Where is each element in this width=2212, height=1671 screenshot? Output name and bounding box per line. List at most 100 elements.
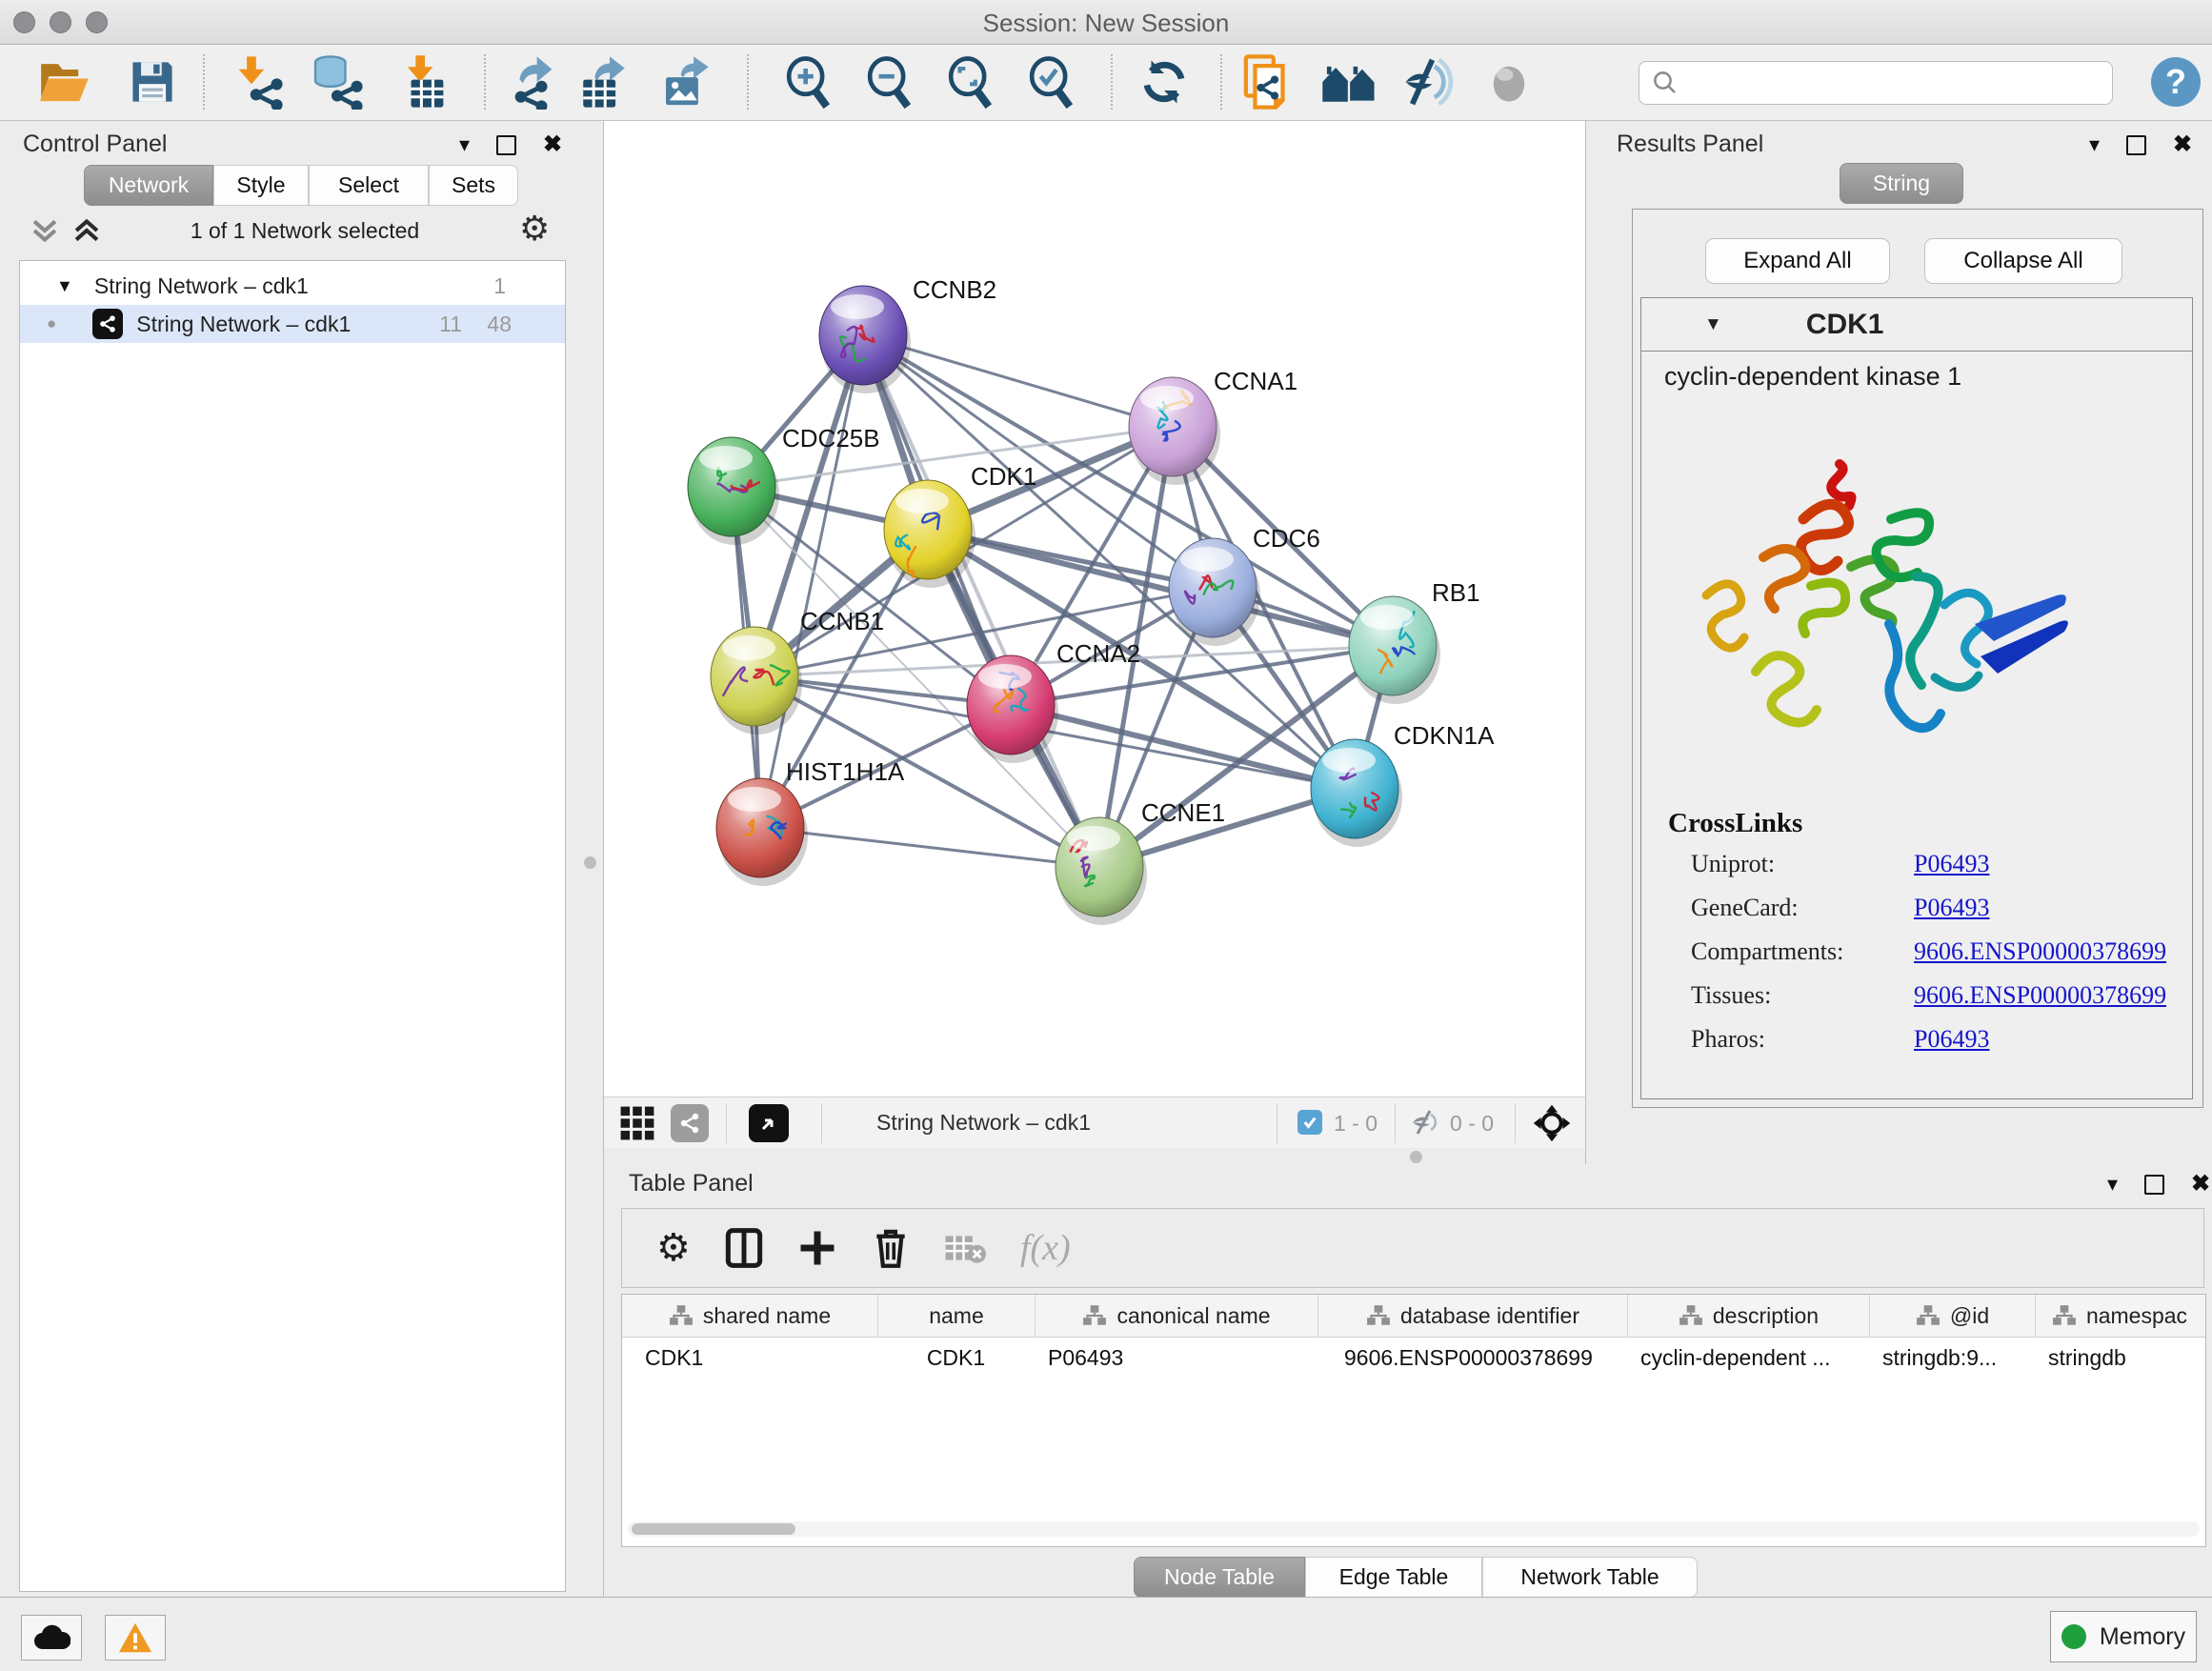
crosslink-link[interactable]: 9606.ENSP00000378699 bbox=[1914, 937, 2166, 966]
main-toolbar: ? bbox=[0, 45, 2212, 121]
zoom-in-button[interactable] bbox=[772, 50, 844, 113]
tree-expanded-icon[interactable]: ▼ bbox=[56, 276, 73, 296]
window-title: Session: New Session bbox=[0, 9, 2212, 38]
show-eye-button-disabled[interactable] bbox=[1473, 50, 1545, 113]
expand-all-button[interactable]: Expand All bbox=[1705, 238, 1890, 284]
crosslink-label: Pharos: bbox=[1691, 1025, 1765, 1053]
network-node-CDKN1A[interactable]: CDKN1A bbox=[1311, 721, 1495, 847]
tab-network-table[interactable]: Network Table bbox=[1482, 1557, 1698, 1598]
column-header-name[interactable]: name bbox=[877, 1295, 1035, 1337]
crosslink-label: Tissues: bbox=[1691, 981, 1771, 1009]
panel-menu-caret-icon[interactable]: ▾ bbox=[2089, 132, 2100, 157]
save-session-button[interactable] bbox=[116, 50, 189, 113]
birdseye-view-icon[interactable] bbox=[749, 1104, 789, 1142]
crosslink-link[interactable]: P06493 bbox=[1914, 850, 1989, 878]
close-panel-icon[interactable]: ✖ bbox=[543, 133, 562, 156]
import-table-button[interactable] bbox=[389, 50, 461, 113]
zoom-out-button[interactable] bbox=[853, 50, 925, 113]
collapse-all-button[interactable]: Collapse All bbox=[1924, 238, 2122, 284]
delete-column-trash-icon[interactable] bbox=[872, 1227, 910, 1269]
search-box[interactable] bbox=[1639, 61, 2113, 105]
open-session-button[interactable] bbox=[29, 50, 101, 113]
warnings-button[interactable] bbox=[105, 1615, 166, 1661]
scrollbar-thumb[interactable] bbox=[632, 1523, 795, 1535]
cloud-button[interactable] bbox=[21, 1615, 82, 1661]
network-options-gear-icon[interactable]: ⚙ bbox=[519, 209, 550, 249]
table-row[interactable]: CDK1 CDK1 P06493 9606.ENSP00000378699 cy… bbox=[622, 1338, 2205, 1378]
float-panel-icon[interactable] bbox=[2126, 135, 2146, 155]
grid-view-icon[interactable] bbox=[619, 1105, 655, 1146]
float-panel-icon[interactable] bbox=[2144, 1175, 2164, 1195]
export-table-button[interactable] bbox=[568, 50, 640, 113]
network-edge-CCNB2-CCNE1[interactable] bbox=[863, 335, 1099, 867]
expand-all-networks-icon[interactable] bbox=[70, 216, 103, 250]
attribute-icon bbox=[1082, 1304, 1107, 1327]
network-edge-HIST1H1A-CCNE1[interactable] bbox=[760, 828, 1099, 867]
column-header-id[interactable]: @id bbox=[1869, 1295, 2035, 1337]
show-columns-icon[interactable] bbox=[725, 1227, 763, 1269]
tab-string-results[interactable]: String bbox=[1840, 163, 1963, 204]
refresh-view-button[interactable] bbox=[1128, 50, 1200, 113]
memory-button[interactable]: Memory bbox=[2050, 1611, 2197, 1662]
pan-crosshair-icon[interactable] bbox=[1532, 1103, 1572, 1148]
left-splitter-handle[interactable] bbox=[584, 856, 596, 869]
network-node-CCNE1[interactable]: CCNE1 bbox=[1056, 798, 1225, 925]
crosslink-link[interactable]: P06493 bbox=[1914, 1025, 1989, 1054]
crosslink-row: Pharos: bbox=[1691, 1025, 1765, 1054]
splitter-handle[interactable] bbox=[1410, 1151, 1422, 1163]
network-collection-row[interactable]: ▼ String Network – cdk1 1 bbox=[20, 267, 565, 305]
tab-select[interactable]: Select bbox=[309, 165, 429, 206]
panel-menu-caret-icon[interactable]: ▾ bbox=[459, 132, 470, 157]
zoom-selected-button[interactable] bbox=[1015, 50, 1087, 113]
attribute-icon bbox=[1679, 1304, 1703, 1327]
import-network-button[interactable] bbox=[221, 50, 293, 113]
network-row-selected[interactable]: ● String Network – cdk1 11 48 bbox=[20, 305, 565, 343]
column-header-description[interactable]: description bbox=[1627, 1295, 1869, 1337]
add-column-icon[interactable] bbox=[797, 1228, 837, 1268]
crosslink-link[interactable]: P06493 bbox=[1914, 894, 1989, 922]
collapse-all-networks-icon[interactable] bbox=[29, 216, 61, 250]
table-horizontal-scrollbar[interactable] bbox=[628, 1521, 2200, 1537]
float-panel-icon[interactable] bbox=[496, 135, 516, 155]
crosslink-link[interactable]: 9606.ENSP00000378699 bbox=[1914, 981, 2166, 1010]
column-header-shared-name[interactable]: shared name bbox=[622, 1295, 877, 1337]
panel-menu-caret-icon[interactable]: ▾ bbox=[2107, 1172, 2118, 1197]
close-panel-icon[interactable]: ✖ bbox=[2173, 133, 2192, 156]
column-header-database-identifier[interactable]: database identifier bbox=[1317, 1295, 1627, 1337]
selected-checkbox-icon[interactable] bbox=[1297, 1110, 1322, 1135]
network-edge-CCNB2-HIST1H1A[interactable] bbox=[760, 335, 863, 828]
column-header-namespace[interactable]: namespac bbox=[2035, 1295, 2203, 1337]
export-image-button[interactable] bbox=[652, 50, 724, 113]
import-network-from-database-button[interactable] bbox=[301, 50, 373, 113]
string-network-graph[interactable]: CCNB2CCNA1CDC25BCDK1CDC6RB1CCNB1CCNA2CDK… bbox=[604, 121, 1585, 1097]
neighborhood-houses-button[interactable] bbox=[1313, 50, 1385, 113]
tab-sets[interactable]: Sets bbox=[429, 165, 518, 206]
network-node-CDK1[interactable]: CDK1 bbox=[884, 462, 1036, 588]
close-panel-icon[interactable]: ✖ bbox=[2191, 1173, 2210, 1196]
table-settings-gear-icon[interactable]: ⚙ bbox=[656, 1226, 691, 1270]
network-node-CDC6[interactable]: CDC6 bbox=[1169, 524, 1320, 646]
toolbar-separator bbox=[1220, 54, 1222, 110]
protein-section-header[interactable]: ▼ CDK1 bbox=[1641, 298, 2192, 352]
network-canvas[interactable]: CCNB2CCNA1CDC25BCDK1CDC6RB1CCNB1CCNA2CDK… bbox=[604, 121, 1585, 1097]
column-header-canonical-name[interactable]: canonical name bbox=[1035, 1295, 1317, 1337]
node-label-CCNA1: CCNA1 bbox=[1214, 367, 1297, 395]
tab-node-table[interactable]: Node Table bbox=[1134, 1557, 1305, 1598]
tab-style[interactable]: Style bbox=[213, 165, 309, 206]
export-network-button[interactable] bbox=[497, 50, 570, 113]
tab-edge-table[interactable]: Edge Table bbox=[1305, 1557, 1482, 1598]
zoom-fit-button[interactable] bbox=[934, 50, 1006, 113]
search-input[interactable] bbox=[1687, 70, 2112, 96]
control-panel-title: Control Panel bbox=[23, 131, 167, 158]
help-button[interactable]: ? bbox=[2151, 57, 2201, 107]
section-collapse-icon[interactable]: ▼ bbox=[1704, 314, 1722, 335]
tab-network[interactable]: Network bbox=[84, 165, 213, 206]
toolbar-separator bbox=[484, 54, 486, 110]
hide-selected-eye-slash-button[interactable] bbox=[1393, 50, 1465, 113]
control-panel-tabs: Network Style Select Sets bbox=[84, 165, 518, 206]
toolbar-separator bbox=[747, 54, 749, 110]
network-node-RB1[interactable]: RB1 bbox=[1349, 578, 1480, 704]
clone-network-button[interactable] bbox=[1233, 50, 1305, 113]
network-node-HIST1H1A[interactable]: HIST1H1A bbox=[716, 757, 905, 886]
string-view-icon[interactable] bbox=[671, 1104, 709, 1142]
